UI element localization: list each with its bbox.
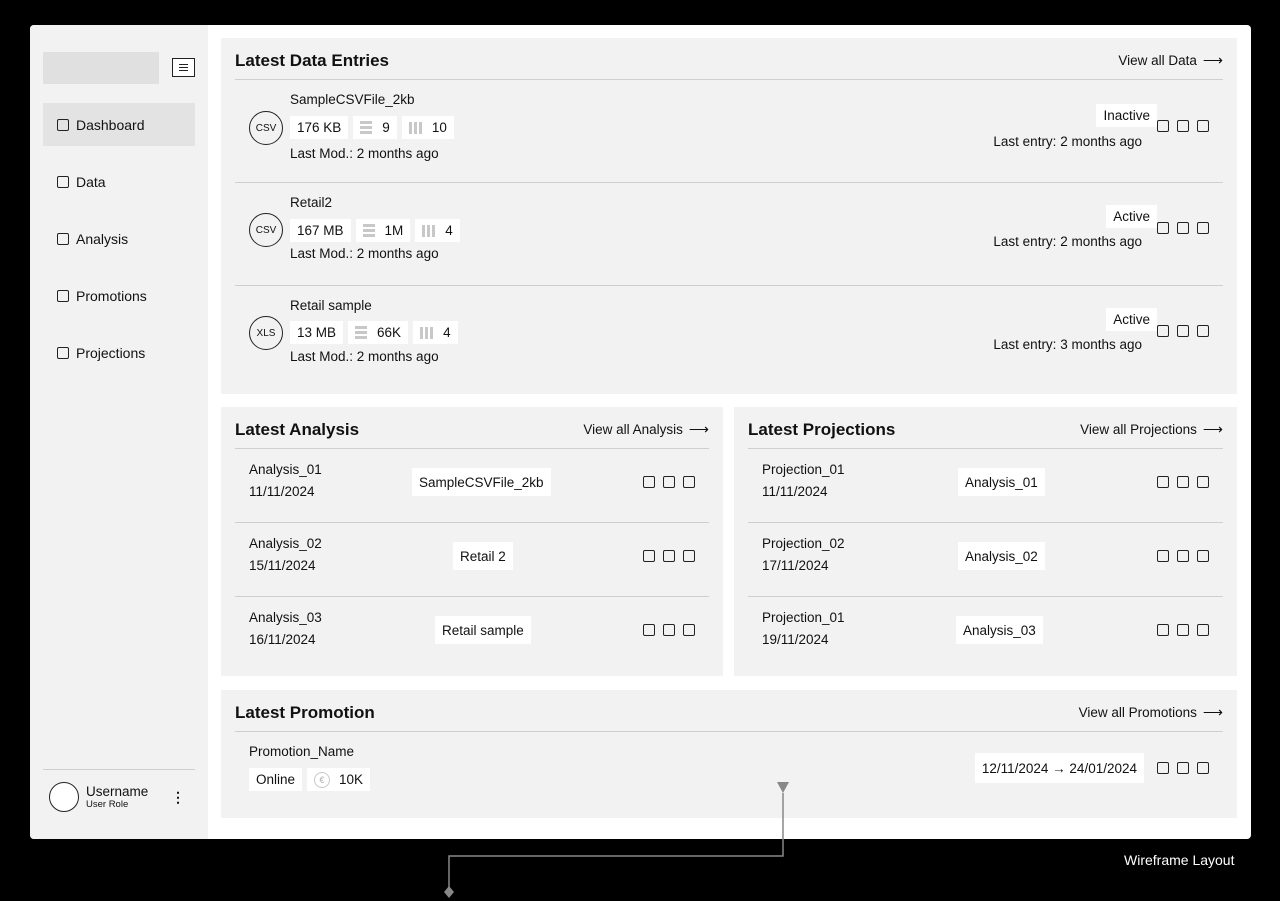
connector-endpoint xyxy=(444,886,454,898)
connector-arrowhead xyxy=(777,782,789,793)
connector-annotation xyxy=(444,782,789,898)
wireframe-label: Wireframe Layout xyxy=(1124,852,1235,868)
connector-line xyxy=(448,793,784,888)
